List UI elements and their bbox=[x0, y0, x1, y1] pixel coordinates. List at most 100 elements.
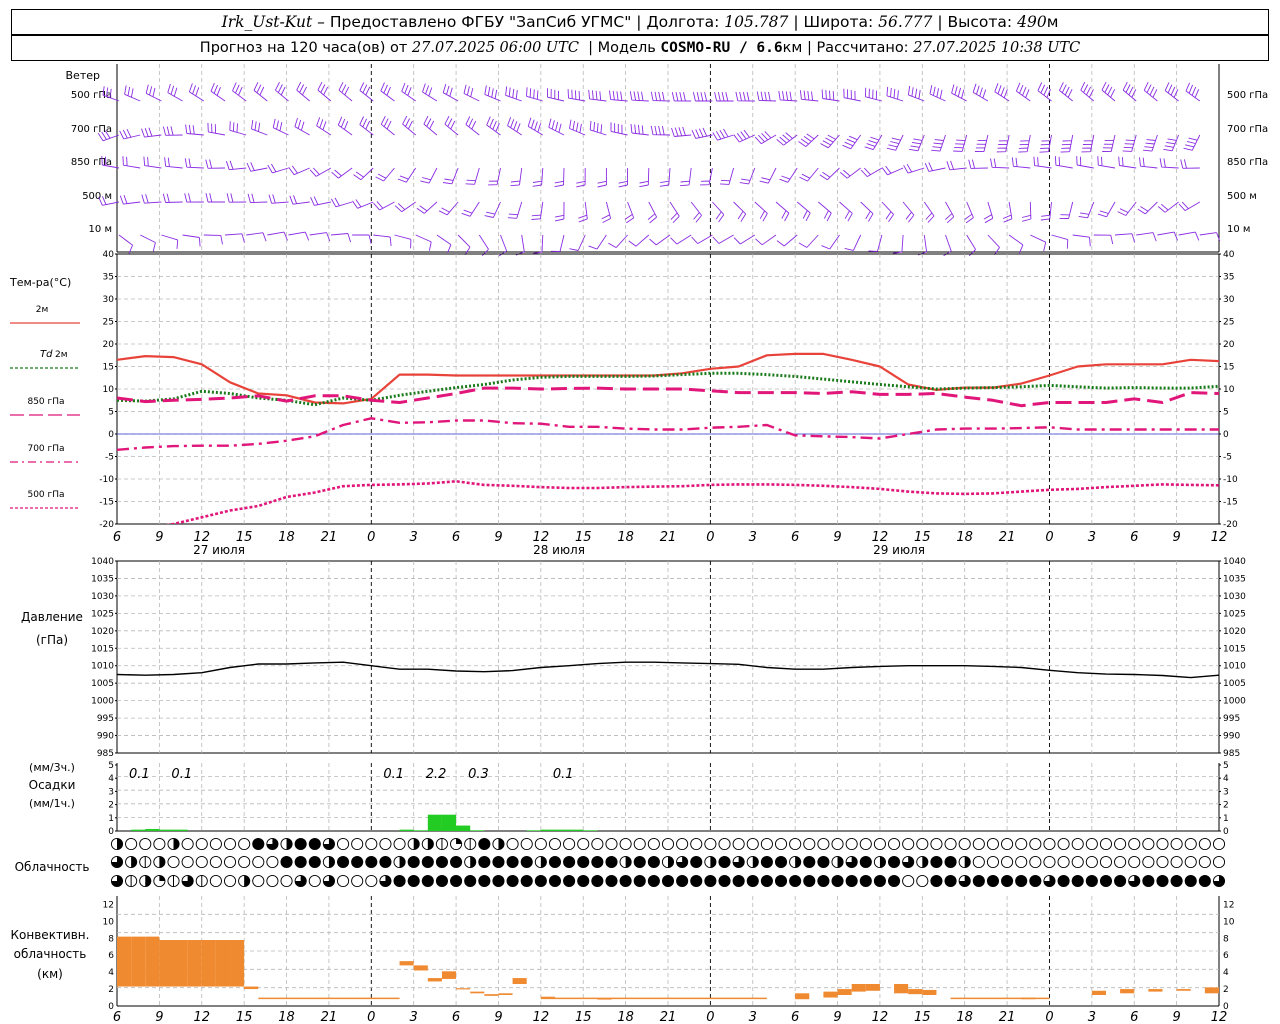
cloud-symbol bbox=[351, 874, 364, 888]
cloud-circle bbox=[789, 837, 802, 851]
cloud-symbol bbox=[407, 855, 420, 869]
wind-barb bbox=[881, 165, 904, 176]
cloud-symbol bbox=[1099, 837, 1113, 851]
cloud-symbol bbox=[718, 837, 731, 851]
cloud-symbol bbox=[577, 837, 590, 851]
cloud-circle bbox=[393, 837, 406, 851]
cloud-symbol bbox=[280, 837, 293, 851]
cloud-symbol bbox=[619, 874, 632, 888]
wind-barb bbox=[610, 122, 628, 136]
cloud-symbol bbox=[888, 874, 901, 888]
wind-barb bbox=[394, 234, 412, 249]
cloud-symbol bbox=[322, 855, 335, 869]
cloud-symbol bbox=[1001, 874, 1014, 888]
cloud-symbol bbox=[534, 855, 547, 869]
convective-bar bbox=[187, 940, 202, 987]
cloud-symbol bbox=[534, 874, 547, 888]
conv-title-2: облачность bbox=[14, 947, 87, 961]
convective-bar bbox=[922, 989, 937, 995]
wind-barb bbox=[397, 167, 417, 183]
cloud-fill-full bbox=[817, 856, 830, 868]
cloud-fill-full bbox=[563, 875, 575, 887]
cloud-circle bbox=[223, 837, 237, 851]
cloud-fill-full bbox=[718, 875, 731, 887]
cloud-fill-full bbox=[577, 856, 589, 868]
cloud-symbol bbox=[859, 837, 872, 851]
wind-barb bbox=[776, 132, 798, 146]
cloud-symbol bbox=[266, 837, 279, 851]
cloud-symbol bbox=[732, 837, 745, 851]
convective-bar bbox=[427, 978, 442, 982]
cloud-fill-full bbox=[1015, 875, 1027, 887]
cloud-symbol bbox=[110, 855, 124, 869]
cloud-circle bbox=[1212, 855, 1226, 869]
cloud-symbol bbox=[676, 837, 689, 851]
cloud-circle bbox=[520, 837, 533, 851]
temp-y-tick-left: -5 bbox=[105, 453, 114, 463]
cloud-fill-full bbox=[888, 875, 900, 887]
cloud-fill-quarter bbox=[456, 838, 462, 844]
x-tick-label: 18 bbox=[278, 1010, 295, 1024]
cloud-symbol bbox=[690, 874, 703, 888]
cloud-circle bbox=[209, 855, 222, 869]
cloud-symbol bbox=[789, 837, 802, 851]
cloud-circle bbox=[1099, 837, 1113, 851]
precip-y-tick-right: 0 bbox=[1223, 827, 1229, 837]
cloud-symbol bbox=[110, 837, 124, 851]
wind-barb bbox=[669, 201, 680, 224]
cloud-symbol bbox=[393, 837, 406, 851]
cloud-symbol bbox=[1085, 855, 1098, 869]
x-tick-label: 21 bbox=[660, 530, 677, 545]
date-label: 29 июля bbox=[873, 543, 925, 557]
x-tick-label: 21 bbox=[999, 530, 1016, 545]
cloud-symbol bbox=[1156, 855, 1169, 869]
temp-y-tick-left: 30 bbox=[103, 295, 115, 305]
cloud-symbol bbox=[1085, 837, 1098, 851]
x-tick-label: 18 bbox=[956, 1010, 973, 1024]
cloud-symbol bbox=[774, 874, 788, 888]
x-tick-label: 12 bbox=[193, 1010, 210, 1024]
x-tick-label: 12 bbox=[533, 1010, 550, 1024]
cloud-circle bbox=[661, 837, 675, 851]
wind-barb bbox=[167, 83, 183, 102]
wind-barb bbox=[964, 201, 974, 224]
cloud-fill-full bbox=[888, 856, 900, 868]
cloud-fill-full bbox=[450, 875, 462, 887]
cloud-symbol bbox=[1142, 837, 1155, 851]
cloud-circle bbox=[902, 837, 915, 851]
precip-bar bbox=[540, 829, 555, 831]
cloud-circle bbox=[817, 837, 830, 851]
legend-label: 500 гПа bbox=[27, 490, 64, 500]
convective-bar bbox=[837, 989, 852, 995]
cloud-symbol bbox=[605, 837, 618, 851]
x-tick-label: 6 bbox=[452, 1010, 460, 1024]
x-tick-label: 6 bbox=[113, 1010, 121, 1024]
wind-barb bbox=[119, 129, 141, 140]
cloud-circle bbox=[223, 855, 237, 869]
wind-barb bbox=[840, 167, 861, 179]
cloud-symbol bbox=[280, 855, 293, 869]
precip-3h-amount: 0.1 bbox=[553, 767, 574, 782]
cloud-fill-full bbox=[408, 856, 420, 868]
x-tick-label: 18 bbox=[956, 530, 973, 545]
cloud-symbol bbox=[125, 855, 138, 869]
cloud-symbol bbox=[1198, 874, 1211, 888]
cloud-symbol bbox=[732, 874, 745, 888]
cloud-fill-half bbox=[540, 856, 547, 868]
cloud-symbol bbox=[520, 837, 533, 851]
temp-y-tick-right: -5 bbox=[1223, 453, 1232, 463]
convective-bar bbox=[230, 940, 245, 987]
cloud-circle bbox=[845, 837, 858, 851]
precip-bar bbox=[456, 825, 471, 831]
cloud-fill-full bbox=[521, 856, 533, 868]
x-tick-label: 12 bbox=[872, 1010, 889, 1024]
x-tick-label: 9 bbox=[1172, 530, 1180, 545]
x-tick-label: 6 bbox=[791, 1010, 799, 1024]
cloud-fill-full bbox=[337, 856, 349, 868]
cloud-circle bbox=[1015, 837, 1028, 851]
x-tick-label: 9 bbox=[494, 1010, 502, 1024]
wind-barb bbox=[415, 234, 432, 251]
cloud-symbol bbox=[789, 874, 802, 888]
wind-barb bbox=[210, 82, 226, 102]
cloud-circle bbox=[859, 837, 872, 851]
